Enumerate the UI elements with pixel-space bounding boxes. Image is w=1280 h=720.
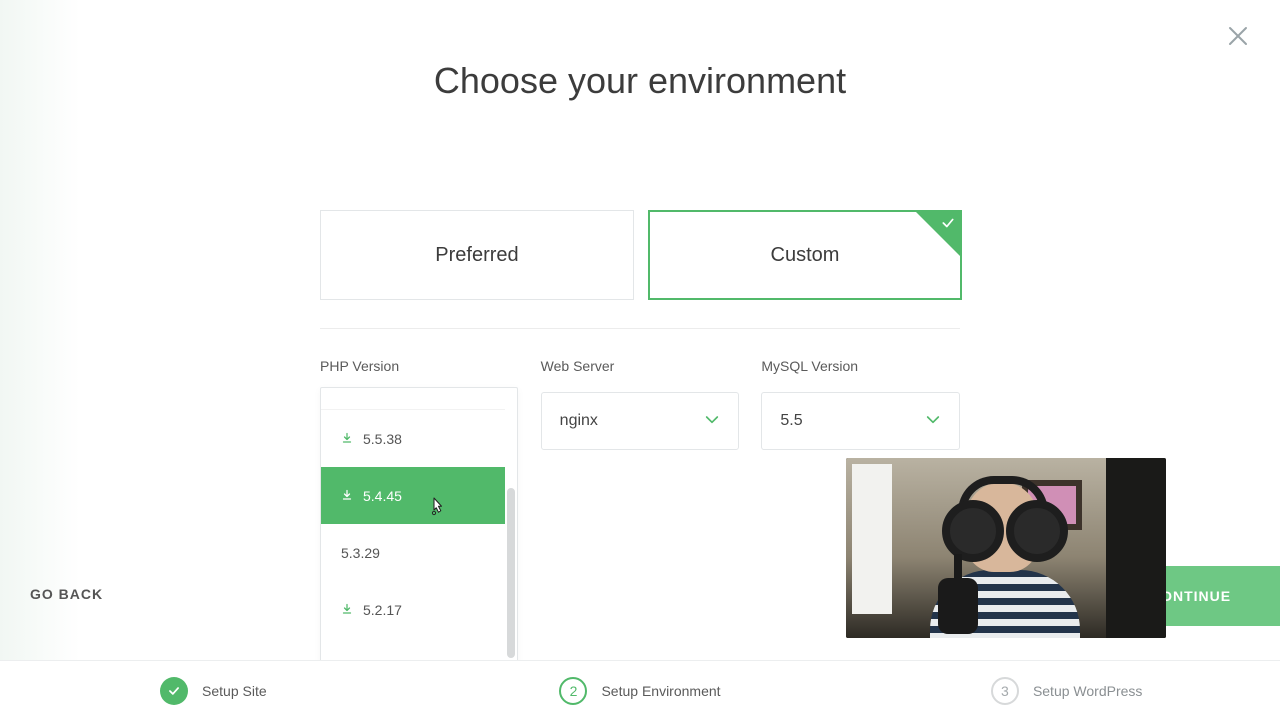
col-mysql: MySQL Version 5.5 — [761, 358, 960, 450]
go-back-link[interactable]: GO BACK — [30, 586, 103, 602]
col-web: Web Server nginx — [541, 358, 740, 450]
check-icon — [167, 684, 181, 698]
label-web: Web Server — [541, 358, 740, 374]
php-dropdown[interactable]: 5.5.38 5.4.45 5.3.29 5.2.17 5.2.4 — [320, 387, 518, 680]
select-web-server[interactable]: nginx — [541, 392, 740, 450]
select-mysql-value: 5.5 — [780, 412, 802, 430]
step-3-num: 3 — [991, 677, 1019, 705]
step-2[interactable]: 2 Setup Environment — [427, 677, 854, 705]
page-title: Choose your environment — [0, 60, 1280, 102]
label-php: PHP Version — [320, 358, 519, 374]
download-icon — [341, 488, 353, 504]
close-icon — [1226, 24, 1250, 48]
step-1-label: Setup Site — [202, 683, 267, 699]
php-option-5-3-29[interactable]: 5.3.29 — [321, 524, 505, 581]
download-icon — [341, 431, 353, 447]
webcam-overlay — [846, 458, 1166, 638]
php-option-5-4-45[interactable]: 5.4.45 — [321, 467, 505, 524]
chevron-down-icon — [925, 411, 941, 432]
step-1[interactable]: Setup Site — [0, 677, 427, 705]
step-3-label: Setup WordPress — [1033, 683, 1142, 699]
close-button[interactable] — [1226, 24, 1250, 48]
php-option-label: 5.5.38 — [363, 431, 402, 447]
label-mysql: MySQL Version — [761, 358, 960, 374]
php-option-5-5-38[interactable]: 5.5.38 — [321, 410, 505, 467]
divider — [320, 328, 960, 329]
step-3[interactable]: 3 Setup WordPress — [853, 677, 1280, 705]
wizard-steps: Setup Site 2 Setup Environment 3 Setup W… — [0, 660, 1280, 720]
card-custom-label: Custom — [771, 244, 840, 267]
download-icon — [341, 602, 353, 618]
php-option-label: 5.3.29 — [341, 545, 380, 561]
php-option-5-2-17[interactable]: 5.2.17 — [321, 581, 505, 638]
check-icon — [941, 216, 955, 230]
php-option-label: 5.4.45 — [363, 488, 402, 504]
php-option-label: 5.2.17 — [363, 602, 402, 618]
card-custom[interactable]: Custom — [648, 210, 962, 300]
card-preferred[interactable]: Preferred — [320, 210, 634, 300]
env-cards: Preferred Custom — [320, 210, 962, 300]
scrollbar[interactable] — [507, 488, 515, 658]
php-option-partial[interactable] — [321, 388, 505, 410]
selected-corner — [916, 212, 960, 256]
chevron-down-icon — [704, 411, 720, 432]
step-2-label: Setup Environment — [601, 683, 720, 699]
select-mysql[interactable]: 5.5 — [761, 392, 960, 450]
card-preferred-label: Preferred — [435, 244, 518, 267]
step-2-num: 2 — [559, 677, 587, 705]
select-web-value: nginx — [560, 412, 598, 430]
